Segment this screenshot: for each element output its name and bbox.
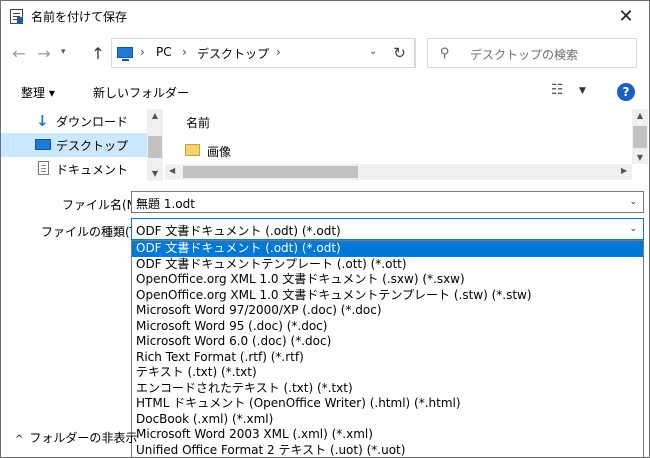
help-icon[interactable]: ? [617,83,635,101]
breadcrumb-separator-icon[interactable]: › [276,45,281,59]
filetype-option[interactable]: DocBook (.xml) (*.xml) [132,412,643,428]
filename-field[interactable]: 無題 1.odt ⌄ [131,191,644,213]
sidebar-item-label: デスクトップ [56,139,129,153]
sidebar-item-downloads[interactable]: ↓ ダウンロード [1,109,147,133]
download-icon: ↓ [36,112,49,130]
window-title: 名前を付けて保存 [31,10,128,24]
recent-locations-chevron-icon[interactable]: ▾ [61,47,66,57]
filetype-option[interactable]: OpenOffice.org XML 1.0 文書ドキュメント (.sxw) (… [132,272,643,288]
desktop-icon [35,139,51,150]
view-options-icon[interactable]: ☷ [551,82,564,98]
new-folder-button[interactable]: 新しいフォルダー [93,84,189,101]
filetype-option[interactable]: ODF 文書ドキュメント (.odt) (*.odt) [132,241,643,257]
hide-folders-button[interactable]: ^ フォルダーの非表示 [15,429,137,446]
hide-folders-label: フォルダーの非表示 [29,431,138,445]
scrollbar-thumb[interactable] [633,126,647,148]
breadcrumb-pc[interactable]: PC [156,45,172,59]
file-list-vertical-scrollbar[interactable]: ▲ ▼ [632,109,648,164]
filetype-option[interactable]: Rich Text Format (.rtf) (*.rtf) [132,350,643,366]
pc-icon [117,47,133,61]
sidebar-item-label: ドキュメント [56,163,129,177]
save-as-dialog: 名前を付けて保存 ✕ ← → ▾ ↑ › PC › デスクトップ › ⌄ ↻ ⚲… [0,0,650,458]
command-bar: 整理 ▾ 新しいフォルダー ☷ ▼ ? [1,77,649,107]
search-placeholder: デスクトップの検索 [470,48,579,62]
title-bar: 名前を付けて保存 ✕ [1,1,649,32]
document-icon [38,161,49,175]
chevron-down-icon[interactable]: ⌄ [629,197,637,207]
folder-label: 画像 [207,145,232,159]
filetype-dropdown-list: ODF 文書ドキュメント (.odt) (*.odt) ODF 文書ドキュメント… [131,240,644,458]
view-dropdown-icon[interactable]: ▼ [579,86,586,96]
filetype-option[interactable]: Microsoft Word 97/2000/XP (.doc) (*.doc) [132,303,643,319]
chevron-up-icon: ^ [15,434,24,445]
folder-icon [185,144,200,156]
refresh-button[interactable]: ↻ [385,38,415,68]
sidebar-item-desktop[interactable]: デスクトップ [1,133,147,157]
sidebar-item-documents[interactable]: ドキュメント [1,157,147,181]
scroll-left-icon[interactable]: ◀ [169,166,175,175]
address-dropdown-icon[interactable]: ⌄ [369,46,377,57]
address-bar[interactable]: › PC › デスクトップ › ⌄ [111,38,416,68]
scroll-down-icon[interactable]: ▼ [147,169,163,178]
scrollbar-thumb[interactable] [148,136,162,158]
breadcrumb-separator-icon[interactable]: › [140,45,145,59]
nav-pane-scrollbar[interactable]: ▲ ▼ [147,109,163,181]
filetype-select[interactable]: ODF 文書ドキュメント (.odt) (*.odt) ⌄ [131,218,644,240]
organize-button[interactable]: 整理 ▾ [21,84,55,101]
back-arrow-icon[interactable]: ← [9,44,29,63]
sidebar-item-label: ダウンロード [56,115,129,129]
search-icon: ⚲ [440,46,450,61]
column-header-name[interactable]: 名前 [186,114,210,131]
filetype-option[interactable]: エンコードされたテキスト (.txt) (*.txt) [132,381,643,397]
filetype-option[interactable]: ODF 文書ドキュメントテンプレート (.ott) (*.ott) [132,257,643,273]
filetype-option[interactable]: Microsoft Word 2003 XML (.xml) (*.xml) [132,427,643,443]
file-list-horizontal-scrollbar[interactable]: ◀ ▶ [165,164,632,180]
filename-value[interactable]: 無題 1.odt [136,195,195,212]
scroll-right-icon[interactable]: ▶ [621,166,627,175]
close-button[interactable]: ✕ [603,1,649,32]
filetype-option[interactable]: Microsoft Word 6.0 (.doc) (*.doc) [132,334,643,350]
scrollbar-thumb[interactable] [183,166,358,178]
scroll-down-icon[interactable]: ▼ [632,153,648,162]
breadcrumb-separator-icon[interactable]: › [182,45,187,59]
up-arrow-icon[interactable]: ↑ [88,44,108,63]
app-document-icon [10,9,23,24]
filetype-option[interactable]: OpenOffice.org XML 1.0 文書ドキュメントテンプレート (.… [132,288,643,304]
breadcrumb-desktop[interactable]: デスクトップ [197,45,269,62]
scroll-up-icon[interactable]: ▲ [632,111,648,120]
filetype-option[interactable]: HTML ドキュメント (OpenOffice Writer) (.html) … [132,396,643,412]
navigation-pane: ↓ ダウンロード デスクトップ ドキュメント [1,109,163,181]
chevron-down-icon[interactable]: ⌄ [629,224,637,234]
filetype-option[interactable]: Microsoft Word 95 (.doc) (*.doc) [132,319,643,335]
filetype-option[interactable]: テキスト (.txt) (*.txt) [132,365,643,381]
scroll-up-icon[interactable]: ▲ [147,111,163,120]
forward-arrow-icon[interactable]: → [34,44,54,63]
search-box[interactable]: ⚲ デスクトップの検索 [427,38,637,68]
filetype-selected-value[interactable]: ODF 文書ドキュメント (.odt) (*.odt) [136,222,341,239]
filetype-option[interactable]: Unified Office Format 2 テキスト (.uot) (*.u… [132,443,643,458]
